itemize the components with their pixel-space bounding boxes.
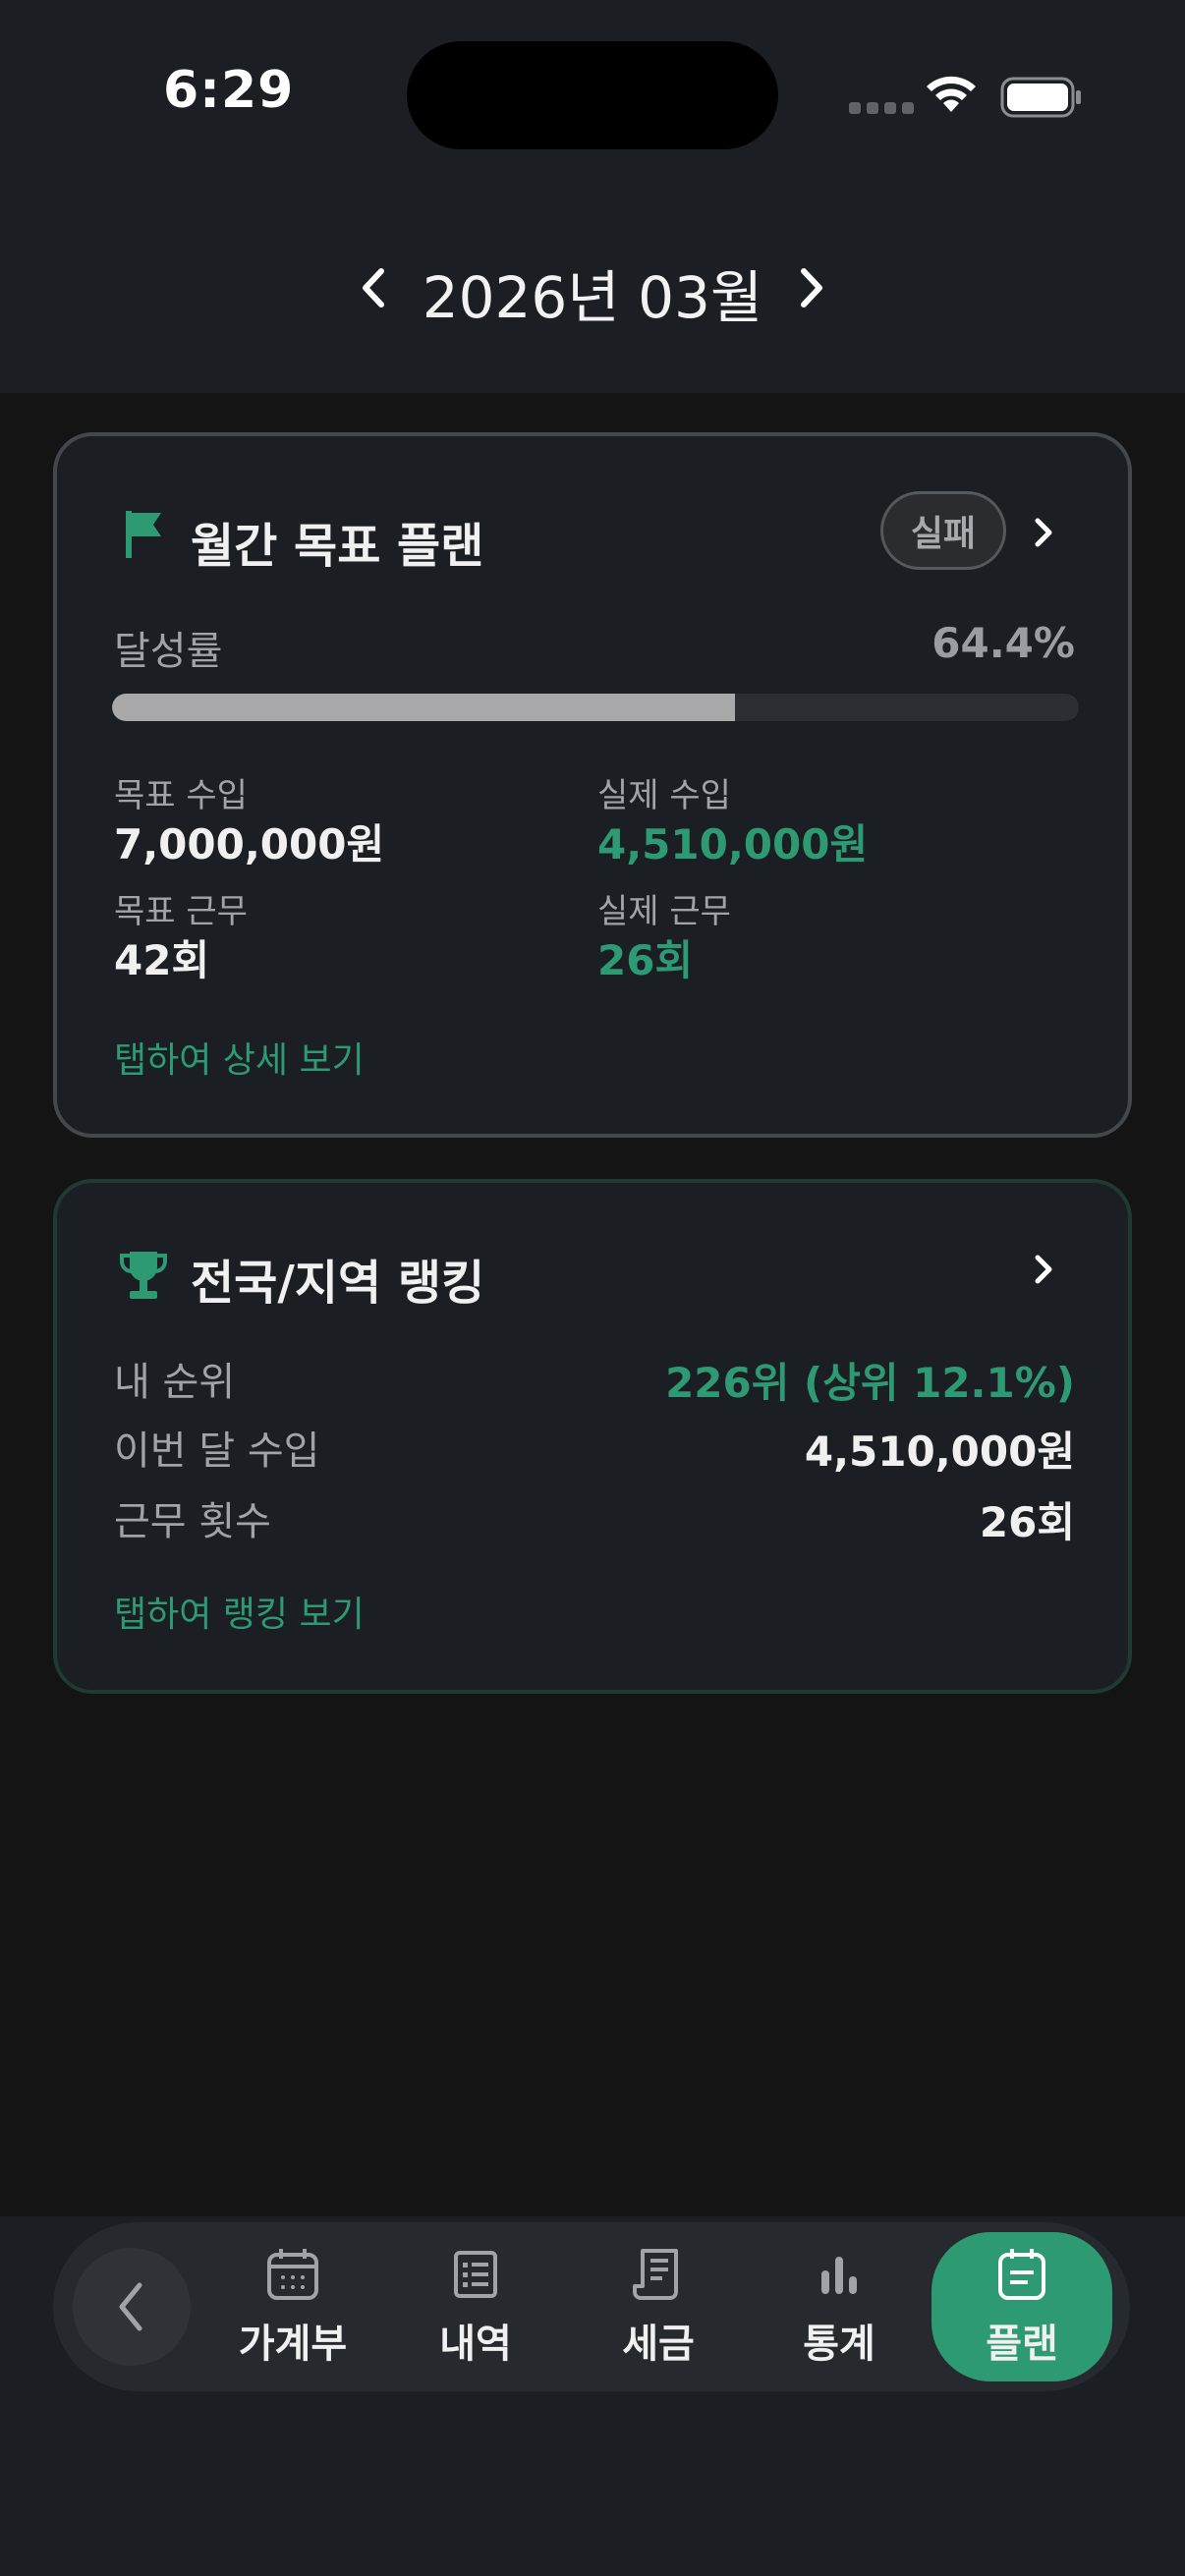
tab-plan[interactable]: 플랜 [931, 2232, 1112, 2381]
actual-income-value: 4,510,000원 [597, 820, 869, 868]
signal-icon [849, 102, 914, 114]
target-work-value: 42회 [114, 936, 210, 984]
chevron-right-icon[interactable] [1024, 513, 1063, 552]
status-badge: 실패 [880, 491, 1006, 570]
achievement-value: 64.4% [931, 619, 1075, 667]
plan-icon [998, 2249, 1045, 2300]
month-income-value: 4,510,000원 [804, 1428, 1075, 1476]
wifi-icon [927, 76, 976, 112]
tab-plan-label: 플랜 [986, 2322, 1058, 2367]
plan-card-title: 월간 목표 플랜 [191, 519, 484, 574]
achievement-label: 달성률 [114, 629, 223, 674]
tab-budget[interactable]: 가계부 [202, 2232, 383, 2381]
ranking-card[interactable]: 전국/지역 랭킹 내 순위 226위 (상위 12.1%) 이번 달 수입 4,… [53, 1179, 1132, 1694]
tab-history-label: 내역 [439, 2322, 512, 2367]
tab-stats-label: 통계 [803, 2322, 875, 2367]
detail-link[interactable]: 탭하여 상세 보기 [114, 1032, 365, 1083]
month-label: 2026년 03월 [422, 264, 763, 331]
tab-history[interactable]: 내역 [385, 2232, 566, 2381]
month-income-label: 이번 달 수입 [114, 1428, 320, 1474]
my-rank-label: 내 순위 [114, 1360, 236, 1405]
list-icon [454, 2251, 497, 2298]
receipt-icon [633, 2249, 678, 2300]
back-button[interactable] [73, 2248, 191, 2366]
battery-icon [1000, 77, 1081, 118]
progress-fill [112, 694, 735, 721]
tab-tax-label: 세금 [622, 2322, 695, 2367]
monthly-plan-card[interactable]: 월간 목표 플랜 실패 달성률 64.4% 목표 수입 7,000,000원 실… [53, 432, 1132, 1138]
calendar-icon [267, 2249, 318, 2300]
next-month-button[interactable] [786, 263, 835, 312]
status-time: 6:29 [163, 61, 295, 120]
target-work-label: 목표 근무 [114, 892, 248, 931]
month-navigator: 2026년 03월 [0, 244, 1185, 332]
achievement-progress-bar [112, 694, 1079, 721]
ranking-link[interactable]: 탭하여 랭킹 보기 [114, 1586, 365, 1637]
chevron-left-icon [119, 2282, 142, 2331]
chevron-right-icon[interactable] [1024, 1250, 1063, 1289]
tab-budget-label: 가계부 [238, 2322, 348, 2367]
bar-chart-icon [821, 2257, 857, 2294]
work-count-label: 근무 횟수 [114, 1499, 271, 1544]
target-income-value: 7,000,000원 [114, 820, 385, 868]
actual-work-value: 26회 [597, 936, 694, 984]
trophy-icon [120, 1252, 167, 1299]
actual-income-label: 실제 수입 [597, 776, 731, 815]
flag-icon [126, 511, 161, 558]
actual-work-label: 실제 근무 [597, 892, 731, 931]
work-count-value: 26회 [979, 1498, 1075, 1546]
target-income-label: 목표 수입 [114, 776, 248, 815]
ranking-card-title: 전국/지역 랭킹 [191, 1256, 485, 1311]
my-rank-value: 226위 (상위 12.1%) [665, 1359, 1075, 1407]
dynamic-island [407, 41, 778, 149]
tab-stats[interactable]: 통계 [749, 2232, 930, 2381]
tab-tax[interactable]: 세금 [568, 2232, 749, 2381]
